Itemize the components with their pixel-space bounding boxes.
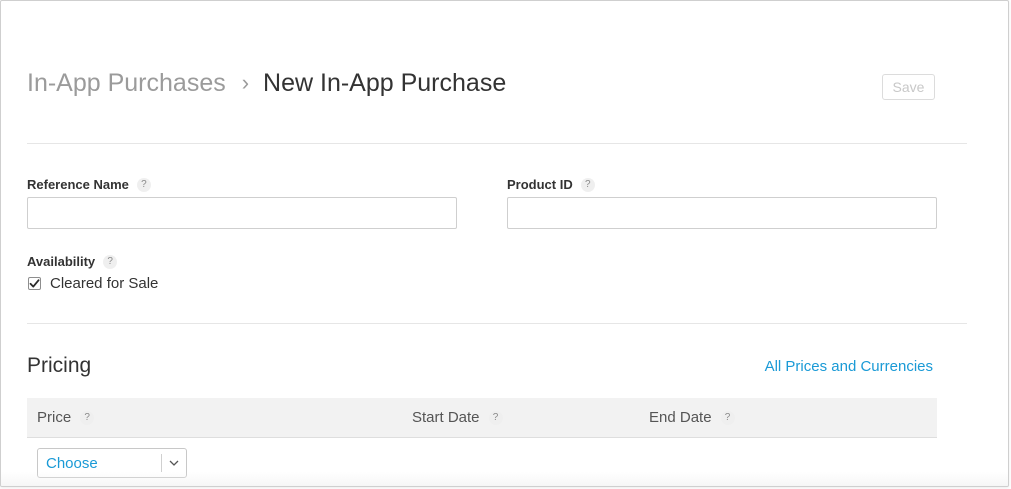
help-icon[interactable]: ? xyxy=(136,177,151,192)
end-date-column-label: End Date xyxy=(649,409,712,426)
price-column-label: Price xyxy=(37,409,72,426)
start-date-column-header: Start Date ? xyxy=(412,409,503,426)
chevron-down-glyph xyxy=(169,460,179,466)
section-divider xyxy=(27,323,967,324)
reference-name-input[interactable] xyxy=(27,197,457,229)
price-select-value: Choose xyxy=(46,454,98,472)
checkmark-icon xyxy=(29,279,40,288)
pricing-table-header: Price ? Start Date ? End Date ? xyxy=(27,398,937,438)
help-icon[interactable]: ? xyxy=(80,410,95,425)
product-id-label: Product ID ? xyxy=(507,177,595,192)
product-id-input[interactable] xyxy=(507,197,937,229)
cleared-for-sale-checkbox[interactable] xyxy=(28,277,41,290)
cleared-for-sale-label: Cleared for Sale xyxy=(50,275,159,292)
help-icon[interactable]: ? xyxy=(488,410,503,425)
page-title: New In-App Purchase xyxy=(263,69,507,97)
breadcrumb: In-App Purchases › New In-App Purchase xyxy=(27,67,506,99)
help-icon[interactable]: ? xyxy=(580,177,595,192)
save-button[interactable]: Save xyxy=(882,74,935,100)
scroll-fade xyxy=(1,472,1008,486)
help-icon[interactable]: ? xyxy=(103,254,118,269)
help-icon[interactable]: ? xyxy=(720,410,735,425)
all-prices-link[interactable]: All Prices and Currencies xyxy=(765,358,933,375)
pricing-section-title: Pricing xyxy=(27,354,92,377)
chevron-down-icon[interactable] xyxy=(162,460,186,466)
price-column-header: Price ? xyxy=(37,409,95,426)
cleared-for-sale-row: Cleared for Sale xyxy=(28,275,158,292)
header-divider xyxy=(27,143,967,144)
app-window: In-App Purchases › New In-App Purchase S… xyxy=(0,0,1009,487)
reference-name-label: Reference Name ? xyxy=(27,177,151,192)
availability-label: Availability ? xyxy=(27,254,118,269)
breadcrumb-parent-link[interactable]: In-App Purchases xyxy=(27,67,226,99)
start-date-column-label: Start Date xyxy=(412,409,480,426)
reference-name-label-text: Reference Name xyxy=(27,177,129,192)
availability-label-text: Availability xyxy=(27,254,96,269)
product-id-label-text: Product ID xyxy=(507,177,573,192)
end-date-column-header: End Date ? xyxy=(649,409,735,426)
chevron-right-icon: › xyxy=(241,70,250,95)
